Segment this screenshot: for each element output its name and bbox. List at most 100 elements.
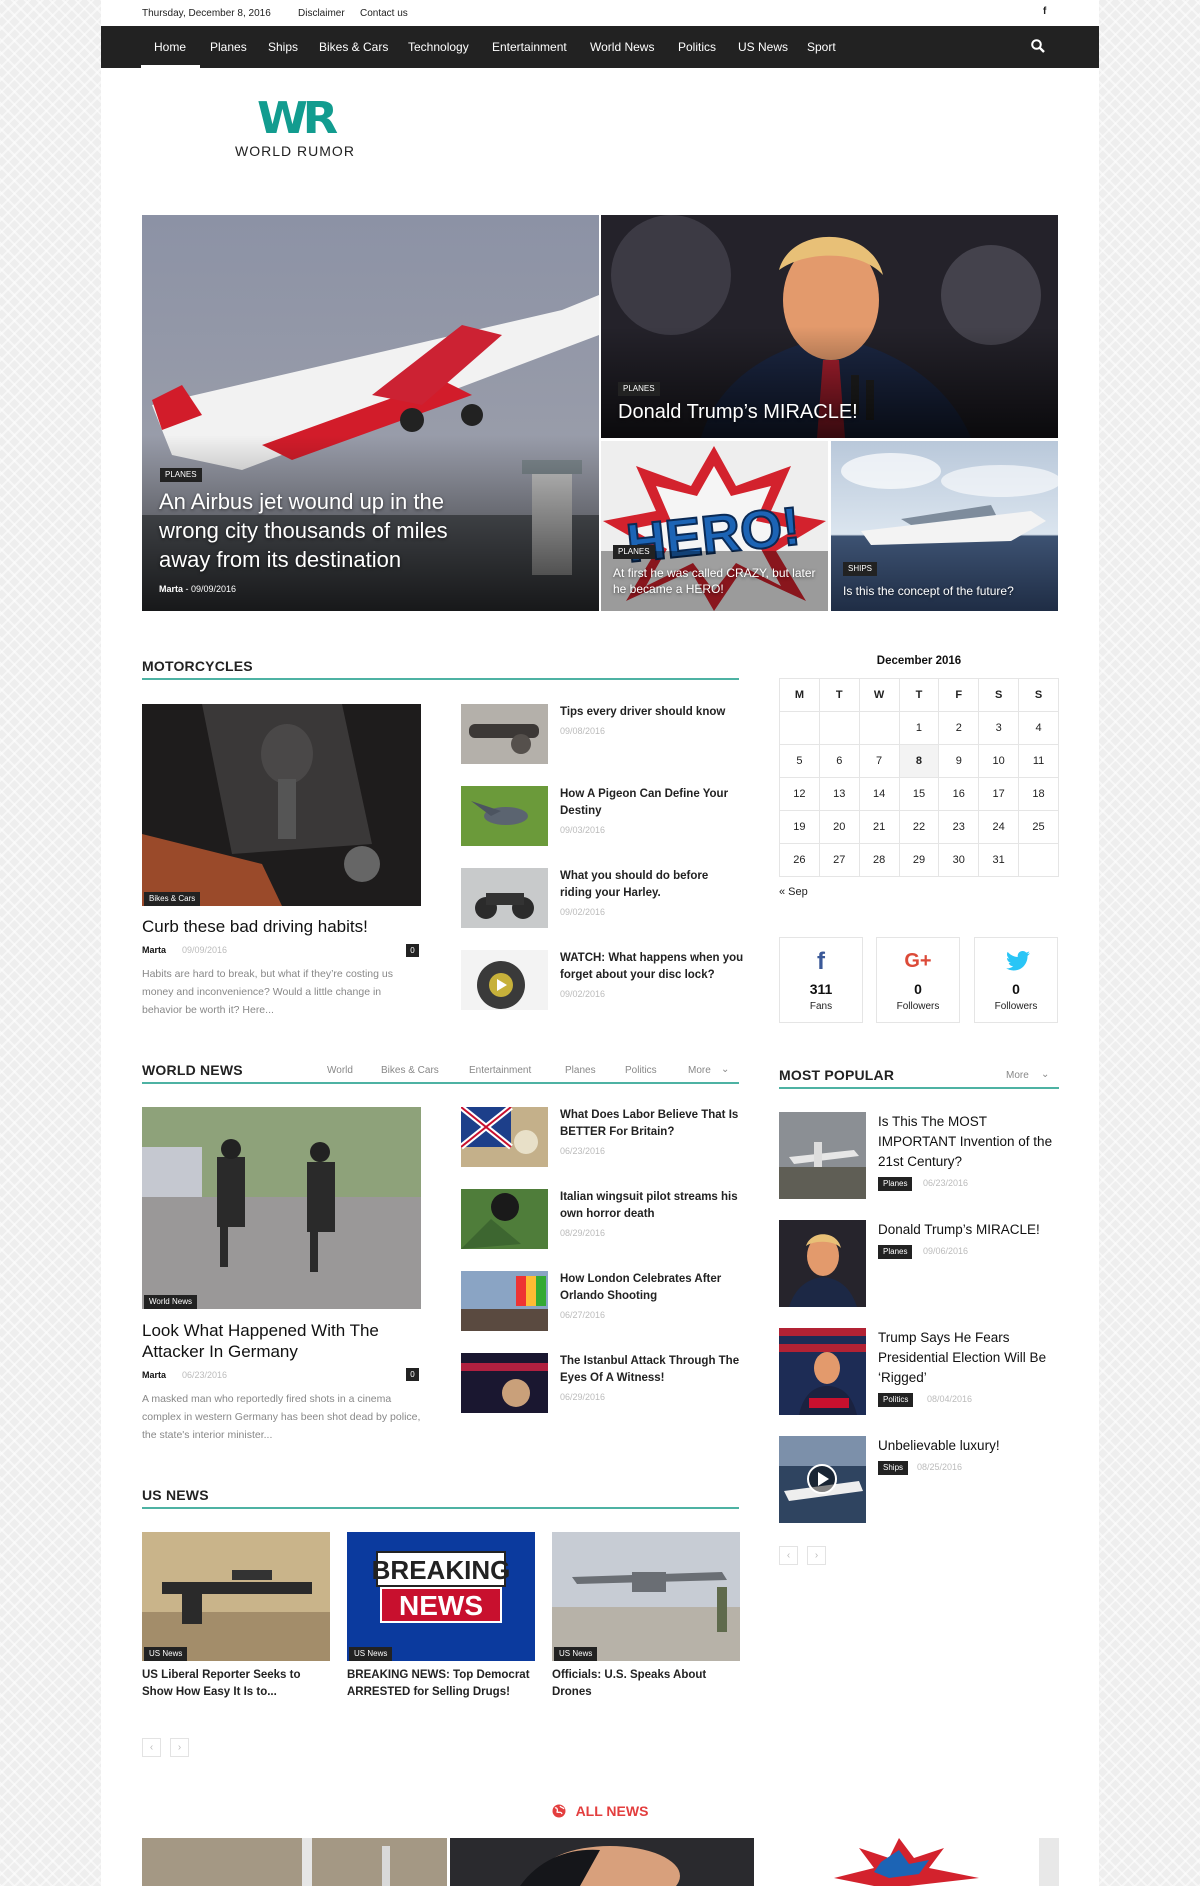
motorcycles-item-1-title[interactable]: Tips every driver should know	[560, 704, 740, 721]
comment-count[interactable]: 0	[406, 1368, 419, 1381]
popular-next-button[interactable]: ›	[807, 1546, 826, 1565]
world-news-item-2-title[interactable]: Italian wingsuit pilot streams his own h…	[560, 1189, 745, 1223]
world-news-tab-bikes-cars[interactable]: Bikes & Cars	[381, 1065, 439, 1076]
featured-bottom-right-tag[interactable]: SHIPS	[843, 562, 878, 576]
world-news-tab-entertainment[interactable]: Entertainment	[469, 1065, 531, 1076]
featured-top-right-title[interactable]: Donald Trump’s MIRACLE!	[618, 401, 858, 424]
world-news-item-4-title[interactable]: The Istanbul Attack Through The Eyes Of …	[560, 1353, 745, 1387]
list-thumb[interactable]	[461, 1353, 548, 1413]
world-news-main-tag[interactable]: World News	[144, 1295, 197, 1309]
us-news-heading[interactable]: US NEWS	[142, 1487, 209, 1503]
us-news-item-3-title[interactable]: Officials: U.S. Speaks About Drones	[552, 1667, 740, 1701]
most-popular-heading[interactable]: MOST POPULAR	[779, 1067, 894, 1083]
featured-bottom-right-title[interactable]: Is this the concept of the future?	[843, 584, 1014, 598]
list-thumb[interactable]	[461, 786, 548, 846]
list-thumb[interactable]	[461, 1189, 548, 1249]
chevron-down-icon[interactable]: ⌄	[721, 1064, 729, 1075]
list-thumb[interactable]	[461, 1271, 548, 1331]
us-news-item-1-title[interactable]: US Liberal Reporter Seeks to Show How Ea…	[142, 1667, 330, 1701]
popular-thumb[interactable]	[779, 1328, 866, 1415]
world-news-item-3-title[interactable]: How London Celebrates After Orlando Shoo…	[560, 1271, 745, 1305]
contact-link[interactable]: Contact us	[360, 8, 408, 19]
world-news-tab-politics[interactable]: Politics	[625, 1065, 657, 1076]
all-news-image-2[interactable]	[450, 1838, 754, 1886]
list-thumb[interactable]	[461, 704, 548, 764]
us-news-item-3-image[interactable]: US News	[552, 1532, 740, 1661]
featured-top-right[interactable]: PLANES Donald Trump’s MIRACLE!	[601, 215, 1058, 438]
featured-main-author[interactable]: Marta	[159, 584, 183, 594]
featured-bottom-right[interactable]: SHIPS Is this the concept of the future?	[831, 441, 1058, 611]
popular-item-1-title[interactable]: Is This The MOST IMPORTANT Invention of …	[878, 1112, 1058, 1172]
most-popular-more[interactable]: More	[1006, 1070, 1029, 1081]
us-news-item-2-image[interactable]: BREAKING NEWS US News	[347, 1532, 535, 1661]
search-icon[interactable]	[1030, 38, 1046, 54]
world-news-tab-planes[interactable]: Planes	[565, 1065, 596, 1076]
list-thumb[interactable]	[461, 950, 548, 1010]
menu-item-technology[interactable]: Technology	[408, 40, 469, 54]
world-news-main-title[interactable]: Look What Happened With The Attacker In …	[142, 1320, 421, 1362]
world-news-main-author[interactable]: Marta	[142, 1370, 166, 1380]
popular-item-2-tag[interactable]: Planes	[878, 1245, 913, 1259]
popular-item-4-tag[interactable]: Ships	[878, 1461, 909, 1475]
chevron-down-icon[interactable]: ⌄	[1041, 1069, 1049, 1080]
featured-bottom-left[interactable]: HERO! PLANES At first he was called CRAZ…	[601, 441, 828, 611]
world-news-item-1-title[interactable]: What Does Labor Believe That Is BETTER F…	[560, 1107, 745, 1141]
list-thumb[interactable]	[461, 1107, 548, 1167]
world-news-main-image[interactable]: World News	[142, 1107, 421, 1309]
motorcycles-main-tag[interactable]: Bikes & Cars	[144, 892, 201, 906]
us-news-item-3-tag[interactable]: US News	[554, 1647, 598, 1661]
motorcycles-heading[interactable]: MOTORCYCLES	[142, 658, 253, 674]
facebook-counter[interactable]: f 311 Fans	[779, 937, 863, 1023]
next-page-button[interactable]: ›	[170, 1738, 189, 1757]
us-news-item-1-tag[interactable]: US News	[144, 1647, 188, 1661]
menu-item-planes[interactable]: Planes	[210, 40, 247, 54]
us-news-item-2-title[interactable]: BREAKING NEWS: Top Democrat ARRESTED for…	[347, 1667, 535, 1701]
featured-main-title[interactable]: An Airbus jet wound up in the wrong city…	[159, 487, 489, 574]
menu-item-ships[interactable]: Ships	[268, 40, 298, 54]
menu-item-entertainment[interactable]: Entertainment	[492, 40, 567, 54]
popular-thumb[interactable]	[779, 1436, 866, 1523]
us-news-item-1-image[interactable]: US News	[142, 1532, 330, 1661]
menu-item-world-news[interactable]: World News	[590, 40, 654, 54]
motorcycles-main-title[interactable]: Curb these bad driving habits!	[142, 916, 421, 937]
popular-item-1-tag[interactable]: Planes	[878, 1177, 913, 1191]
menu-item-sport[interactable]: Sport	[807, 40, 836, 54]
popular-item-4-title[interactable]: Unbelievable luxury!	[878, 1436, 1058, 1456]
disclaimer-link[interactable]: Disclaimer	[298, 8, 345, 19]
motorcycles-item-2-title[interactable]: How A Pigeon Can Define Your Destiny	[560, 786, 740, 820]
popular-item-2-title[interactable]: Donald Trump’s MIRACLE!	[878, 1220, 1058, 1240]
popular-prev-button[interactable]: ‹	[779, 1546, 798, 1565]
featured-bottom-left-title[interactable]: At first he was called CRAZY, but later …	[613, 565, 818, 597]
featured-main-tag[interactable]: PLANES	[160, 468, 202, 482]
all-news-heading[interactable]: ALL NEWS	[101, 1803, 1099, 1819]
calendar-prev-month-link[interactable]: « Sep	[779, 886, 808, 898]
popular-item-3-title[interactable]: Trump Says He Fears Presidential Electio…	[878, 1328, 1058, 1388]
motorcycles-item-3-title[interactable]: What you should do before riding your Ha…	[560, 868, 740, 902]
world-news-tab-more[interactable]: More	[688, 1065, 711, 1076]
world-news-tab-world[interactable]: World	[327, 1065, 353, 1076]
featured-main[interactable]: PLANES An Airbus jet wound up in the wro…	[142, 215, 599, 611]
google-plus-counter[interactable]: G+ 0 Followers	[876, 937, 960, 1023]
motorcycles-item-4-title[interactable]: WATCH: What happens when you forget abou…	[560, 950, 745, 984]
featured-bottom-left-tag[interactable]: PLANES	[613, 545, 655, 559]
comment-count[interactable]: 0	[406, 944, 419, 957]
menu-item-politics[interactable]: Politics	[678, 40, 716, 54]
menu-item-home[interactable]: Home	[154, 40, 186, 54]
popular-item-3-tag[interactable]: Politics	[878, 1393, 914, 1407]
popular-thumb[interactable]	[779, 1220, 866, 1307]
list-thumb[interactable]	[461, 868, 548, 928]
prev-page-button[interactable]: ‹	[142, 1738, 161, 1757]
all-news-image-3[interactable]	[779, 1838, 1059, 1886]
menu-item-bikes-cars[interactable]: Bikes & Cars	[319, 40, 388, 54]
site-logo[interactable]: WR WORLD RUMOR	[225, 97, 365, 162]
motorcycles-main-image[interactable]: Bikes & Cars	[142, 704, 421, 906]
twitter-counter[interactable]: 0 Followers	[974, 937, 1058, 1023]
popular-thumb[interactable]	[779, 1112, 866, 1199]
featured-top-right-tag[interactable]: PLANES	[618, 382, 660, 396]
menu-item-us-news[interactable]: US News	[738, 40, 788, 54]
us-news-item-2-tag[interactable]: US News	[349, 1647, 393, 1661]
all-news-image-1[interactable]	[142, 1838, 447, 1886]
world-news-heading[interactable]: WORLD NEWS	[142, 1062, 243, 1078]
motorcycles-main-author[interactable]: Marta	[142, 945, 166, 955]
facebook-icon[interactable]: f	[1043, 6, 1046, 17]
